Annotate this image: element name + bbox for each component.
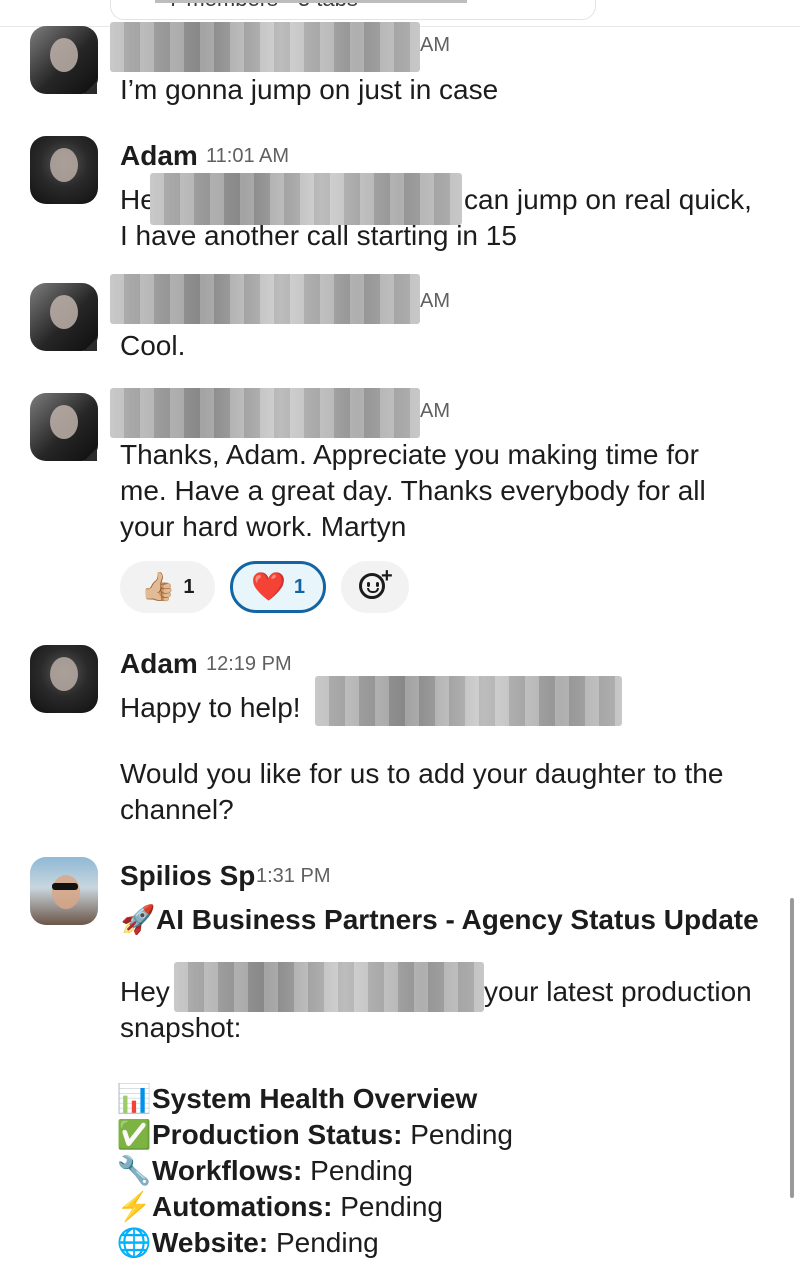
avatar-face [50, 295, 78, 329]
timestamp[interactable]: 12:19 PM [206, 653, 292, 676]
redacted-mention [315, 676, 622, 726]
author-name[interactable]: Spilios Sp [120, 860, 255, 892]
timestamp[interactable]: 1:31 PM [256, 865, 330, 888]
status-item: ✅Production Status: Pending [116, 1117, 513, 1153]
avatar-face [50, 148, 78, 182]
avatar-face [50, 38, 78, 72]
bar-chart-icon: 📊 [116, 1083, 152, 1114]
sunglasses-detail [52, 883, 78, 890]
reaction-count: 1 [183, 575, 195, 598]
redacted-name [110, 388, 420, 438]
redacted-name [110, 22, 420, 72]
message-text: I’m gonna jump on just in case [120, 74, 499, 105]
status-label: Production Status: [152, 1119, 403, 1150]
scrollbar[interactable] [790, 898, 794, 1198]
message-text: Cool. [120, 330, 186, 361]
avatar[interactable] [30, 857, 98, 925]
message-text-line: Thanks, Adam. Appreciate you making time… [120, 439, 699, 470]
author-name[interactable]: Adam [120, 648, 198, 680]
message-text-end: your latest production [484, 976, 752, 1007]
status-label: Website: [152, 1227, 269, 1258]
check-icon: ✅ [116, 1119, 152, 1150]
status-value: Pending [310, 1155, 413, 1186]
avatar-face [50, 405, 78, 439]
reaction-thumbs-up[interactable]: 👍🏼 1 [120, 561, 215, 613]
message-text: I have another call starting in 15 [120, 220, 517, 251]
status-value: Pending [275, 1227, 379, 1258]
wrench-icon: 🔧 [116, 1155, 152, 1186]
status-value: Pending [410, 1119, 513, 1150]
status-indicator [84, 338, 97, 351]
message-text: Would you like for us to add your daught… [120, 758, 724, 789]
add-reaction-button[interactable]: + [341, 561, 409, 613]
author-name[interactable]: Adam [120, 140, 198, 172]
message-text: Happy to help! [120, 692, 301, 723]
redacted-mention [174, 962, 484, 1012]
message-title-row: 🚀AI Business Partners - Agency Status Up… [120, 902, 759, 938]
avatar[interactable] [30, 136, 98, 204]
message-text-line: me. Have a great day. Thanks everybody f… [120, 475, 706, 506]
avatar-face [50, 657, 78, 691]
reaction-count: 1 [293, 575, 305, 598]
timestamp[interactable]: 11:01 AM [206, 145, 289, 168]
redacted-name [110, 274, 420, 324]
reaction-heart[interactable]: ❤️ 1 [230, 561, 326, 613]
status-item: 🔧Workflows: Pending [116, 1153, 413, 1189]
section-heading: 📊System Health Overview [116, 1081, 478, 1117]
message-text-start: Hey [120, 976, 170, 1007]
status-item: ⚡Automations: Pending [116, 1189, 443, 1225]
header-divider [155, 0, 467, 3]
avatar-face [52, 875, 80, 909]
status-indicator [84, 448, 97, 461]
section-title: System Health Overview [152, 1083, 478, 1114]
timestamp-fragment: AM [420, 34, 450, 56]
status-item: 🌐Website: Pending [116, 1225, 379, 1261]
message-text: snapshot: [120, 1012, 242, 1043]
message-text-line: your hard work. Martyn [120, 511, 407, 542]
rocket-icon: 🚀 [120, 904, 156, 935]
status-label: Automations: [152, 1191, 333, 1222]
plus-icon: + [381, 565, 393, 587]
avatar[interactable] [30, 645, 98, 713]
thumbs-up-icon: 👍🏼 [140, 571, 176, 602]
message-text: channel? [120, 794, 234, 825]
message-text-end: can jump on real quick, [464, 184, 752, 215]
timestamp-fragment: AM [420, 290, 450, 312]
message-title: AI Business Partners - Agency Status Upd… [156, 904, 759, 935]
globe-icon: 🌐 [116, 1227, 152, 1258]
timestamp-fragment: AM [420, 400, 450, 422]
status-label: Workflows: [152, 1155, 303, 1186]
status-indicator [84, 81, 97, 94]
lightning-icon: ⚡ [116, 1191, 152, 1222]
heart-icon: ❤️ [251, 571, 286, 602]
status-value: Pending [340, 1191, 443, 1222]
